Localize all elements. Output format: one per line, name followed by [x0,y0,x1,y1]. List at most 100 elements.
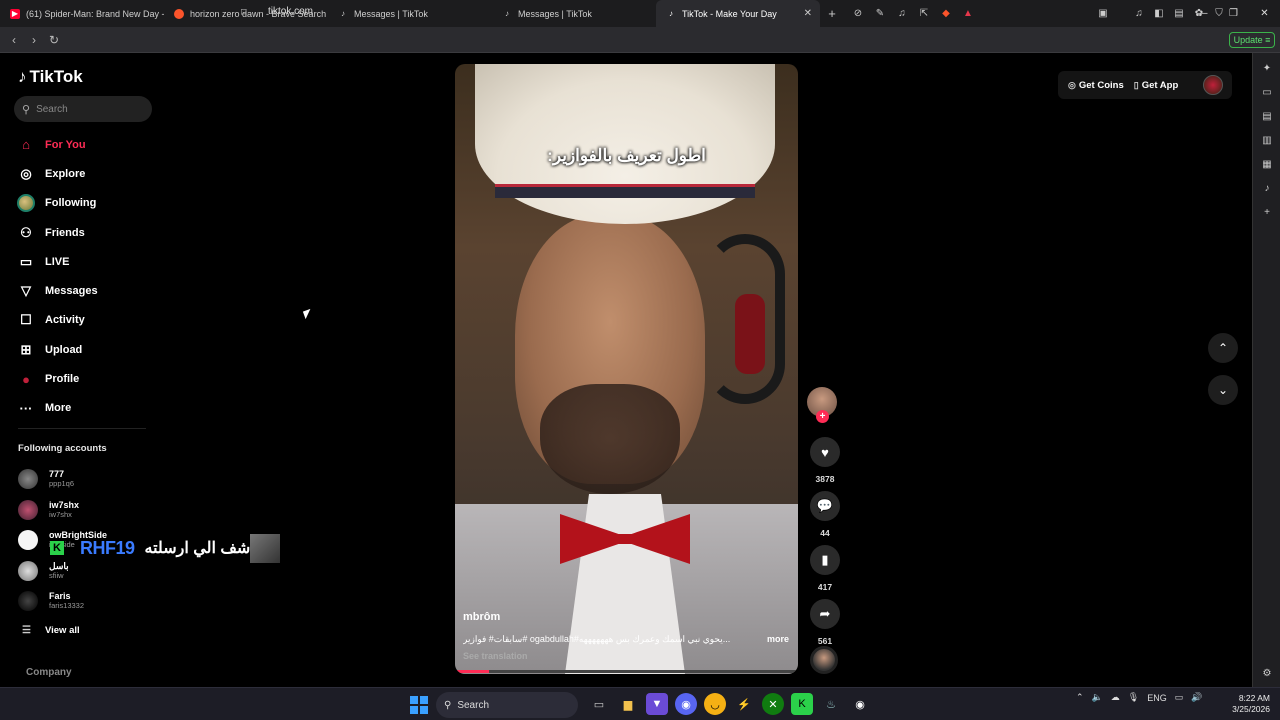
live-icon: ▭ [19,253,33,269]
wallet-panel-icon[interactable]: ▤ [1259,108,1275,124]
view-all-link[interactable]: ☰ View all [22,625,80,636]
previous-video-button[interactable]: ⌃ [1208,333,1238,363]
sidebar-item-following[interactable]: Following [14,189,154,218]
sidebar-item-for-you[interactable]: ⌂ For You [14,130,154,159]
video-progress-bar[interactable] [455,670,798,673]
update-button[interactable]: Update ≡ [1229,32,1275,48]
browser-tab[interactable]: ♪ Messages | TikTok [492,0,656,27]
forward-icon[interactable]: › [24,33,44,47]
volume-icon[interactable]: 🔊 [1191,692,1202,703]
sidebar-item-messages[interactable]: ▽ Messages [14,276,154,305]
display-icon[interactable]: ▭ [1175,692,1184,703]
search-placeholder: Search [36,103,68,115]
kick-app-icon[interactable]: K [791,693,813,715]
video-player[interactable]: اطول تعريف بالفوازير: mbrôm سابقات# فواز… [455,64,798,674]
back-icon[interactable]: ‹ [4,33,24,47]
share-icon[interactable]: ⇱ [915,4,933,22]
settings-gear-icon[interactable]: ⚙ [1259,665,1275,681]
company-link[interactable]: Company [26,667,72,678]
wallet-icon[interactable]: ▤ [1170,4,1188,22]
list-icon: ☰ [22,625,31,636]
more-icon: ··· [19,400,33,416]
music-panel-icon[interactable]: ♪ [1259,180,1275,196]
sidebar-item-live[interactable]: ▭ LIVE [14,247,154,276]
brave-taskbar-icon[interactable]: ▼ [646,693,668,715]
url-field[interactable]: tiktok.com [268,6,313,17]
bookmarks-panel-icon[interactable]: ▥ [1259,132,1275,148]
following-account[interactable]: iw7shx iw7shx [18,495,107,526]
heart-icon[interactable]: ♥ [810,437,840,467]
bolt-app-icon[interactable]: ⚡ [733,693,755,715]
search-input[interactable]: ⚲ Search [14,96,152,122]
music-icon[interactable]: ♫ [893,4,911,22]
browser-tab[interactable]: ▶ (61) Spider-Man: Brand New Day - O [0,0,164,27]
windows-start-icon[interactable] [410,696,428,714]
sidebar-item-upload[interactable]: ⊞ Upload [14,335,154,364]
network-icon[interactable]: ☁ [1111,692,1120,703]
stream-overlay: K RHF19 شف الي ارسلته [50,533,281,563]
account-name: باسل [49,560,69,571]
obs-icon[interactable]: ◉ [849,693,871,715]
top-right-actions: ◎ Get Coins ▯ Get App [1058,71,1232,99]
microphone-icon[interactable]: 🎙 [1128,692,1139,703]
sidebar-item-profile[interactable]: ● Profile [14,364,154,393]
discord-icon[interactable]: ◉ [675,693,697,715]
comment-icon[interactable]: 💬 [810,491,840,521]
browser-tab[interactable]: ♪ Messages | TikTok [328,0,492,27]
creator-avatar[interactable]: + [807,387,837,423]
leo-icon[interactable]: ✿ [1190,4,1208,22]
edit-icon[interactable]: ✎ [871,4,889,22]
brave-rewards-icon[interactable]: ▲ [959,4,977,22]
add-panel-icon[interactable]: + [1259,204,1275,220]
language-indicator[interactable]: ENG [1147,693,1167,703]
bookmark-icon[interactable]: ▮ [810,545,840,575]
sidebar-item-explore[interactable]: ◎ Explore [14,159,154,188]
playlist-icon[interactable]: ▭ [1259,84,1275,100]
leo-ai-icon[interactable]: ✦ [1259,60,1275,76]
sidebar-toggle-icon[interactable]: ◧ [1150,4,1168,22]
new-tab-button[interactable]: + [820,6,844,21]
reader-icon[interactable]: ▣ [1094,4,1112,22]
steam-icon[interactable]: ♨ [820,693,842,715]
brave-shield-icon[interactable]: ◆ [937,4,955,22]
kick-icon: K [50,541,64,555]
get-coins-button[interactable]: ◎ Get Coins [1068,80,1124,91]
media-icon[interactable]: ♫ [1130,4,1148,22]
sidebar-item-activity[interactable]: ☐ Activity [14,306,154,335]
folder-icon[interactable]: ▆ [617,693,639,715]
taskbar-clock[interactable]: 8:22 AM 3/25/2026 [1226,693,1270,715]
nav-label: Messages [45,285,98,298]
description-text: سابقات# فوازير# ogabdullah#يحوي نبي اسمك… [463,634,731,644]
taskbar-search[interactable]: ⚲ Search [436,692,578,718]
video-author[interactable]: mbrôm [463,611,500,623]
more-link[interactable]: more [767,634,789,644]
vpn-icon[interactable]: ⛉ [1210,4,1228,22]
browser-tab-active[interactable]: ♪ TikTok - Make Your Day ✕ [656,0,820,27]
reading-list-icon[interactable]: ▦ [1259,156,1275,172]
see-translation-link[interactable]: See translation [463,651,528,661]
mute-icon[interactable]: ⊘ [849,4,867,22]
following-account[interactable]: 777 ppp1q6 [18,464,107,495]
user-avatar[interactable] [1203,75,1223,95]
system-tray: ⌃ 🔈 ☁ 🎙 ENG ▭ 🔊 [1076,692,1202,703]
sidebar-item-friends[interactable]: ⚇ Friends [14,218,154,247]
music-disc-icon[interactable] [810,646,838,674]
following-account[interactable]: Faris faris13332 [18,586,107,617]
youtube-icon: ▶ [10,8,20,19]
follow-plus-icon[interactable]: + [816,410,829,423]
next-video-button[interactable]: ⌄ [1208,375,1238,405]
share-arrow-icon[interactable]: ➦ [810,599,840,629]
sidebar-item-more[interactable]: ··· More [14,394,154,423]
close-tab-icon[interactable]: ✕ [804,8,812,19]
tiktok-logo[interactable]: ♪ TikTok [18,67,83,87]
tray-chevron-icon[interactable]: ⌃ [1076,692,1084,703]
xbox-icon[interactable]: ✕ [762,693,784,715]
emoji-app-icon[interactable]: ◡ [704,693,726,715]
file-explorer-icon[interactable]: ▭ [588,693,610,715]
close-window-icon[interactable]: ✕ [1249,0,1280,27]
reload-icon[interactable]: ↻ [44,33,64,47]
tiktok-logo-icon: ♪ [18,67,27,86]
get-app-button[interactable]: ▯ Get App [1134,80,1179,91]
speaker-icon[interactable]: 🔈 [1092,692,1103,703]
bookmark-icon[interactable]: ⌑ [241,6,247,19]
